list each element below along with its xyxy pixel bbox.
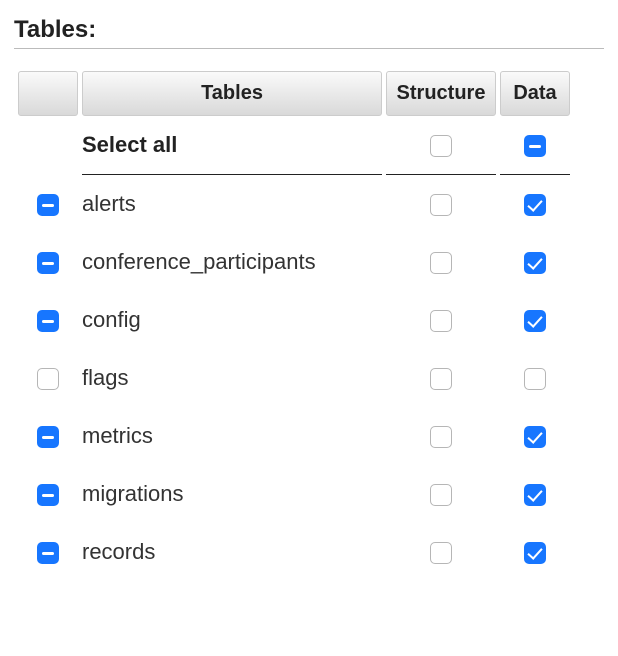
row-toggle-checkbox[interactable] (37, 194, 59, 216)
row-toggle-checkbox[interactable] (37, 252, 59, 274)
row-toggle-checkbox[interactable] (37, 310, 59, 332)
row-data-checkbox[interactable] (524, 194, 546, 216)
row-table-name: conference_participants (82, 233, 382, 291)
table-row: conference_participants (18, 233, 570, 291)
select-all-data-checkbox[interactable] (524, 135, 546, 157)
table-header-row: Tables Structure Data (18, 71, 570, 116)
row-structure-checkbox[interactable] (430, 252, 452, 274)
row-data-checkbox[interactable] (524, 426, 546, 448)
row-table-name: records (82, 523, 382, 581)
select-all-structure-checkbox[interactable] (430, 135, 452, 157)
row-structure-checkbox[interactable] (430, 368, 452, 390)
col-header-data: Data (500, 71, 570, 116)
row-structure-checkbox[interactable] (430, 542, 452, 564)
heading-divider (14, 48, 604, 49)
select-all-label: Select all (82, 116, 382, 174)
tables-table: Tables Structure Data Select all alertsc… (14, 71, 574, 581)
table-row: alerts (18, 175, 570, 233)
row-table-name: metrics (82, 407, 382, 465)
tables-panel: Tables: Tables Structure Data Select all (0, 0, 618, 599)
table-row: records (18, 523, 570, 581)
select-all-toggle-cell (18, 116, 78, 174)
row-table-name: flags (82, 349, 382, 407)
row-toggle-checkbox[interactable] (37, 368, 59, 390)
table-row: config (18, 291, 570, 349)
tables-heading: Tables: (14, 16, 604, 44)
table-row: metrics (18, 407, 570, 465)
row-data-checkbox[interactable] (524, 542, 546, 564)
row-table-name: alerts (82, 175, 382, 233)
row-structure-checkbox[interactable] (430, 484, 452, 506)
row-structure-checkbox[interactable] (430, 194, 452, 216)
col-header-structure: Structure (386, 71, 496, 116)
col-header-toggle (18, 71, 78, 116)
select-all-row: Select all (18, 116, 570, 174)
row-table-name: config (82, 291, 382, 349)
row-toggle-checkbox[interactable] (37, 426, 59, 448)
row-table-name: migrations (82, 465, 382, 523)
table-row: migrations (18, 465, 570, 523)
row-data-checkbox[interactable] (524, 310, 546, 332)
row-structure-checkbox[interactable] (430, 310, 452, 332)
col-header-tables: Tables (82, 71, 382, 116)
row-data-checkbox[interactable] (524, 484, 546, 506)
row-toggle-checkbox[interactable] (37, 484, 59, 506)
row-structure-checkbox[interactable] (430, 426, 452, 448)
table-row: flags (18, 349, 570, 407)
row-data-checkbox[interactable] (524, 252, 546, 274)
row-toggle-checkbox[interactable] (37, 542, 59, 564)
row-data-checkbox[interactable] (524, 368, 546, 390)
